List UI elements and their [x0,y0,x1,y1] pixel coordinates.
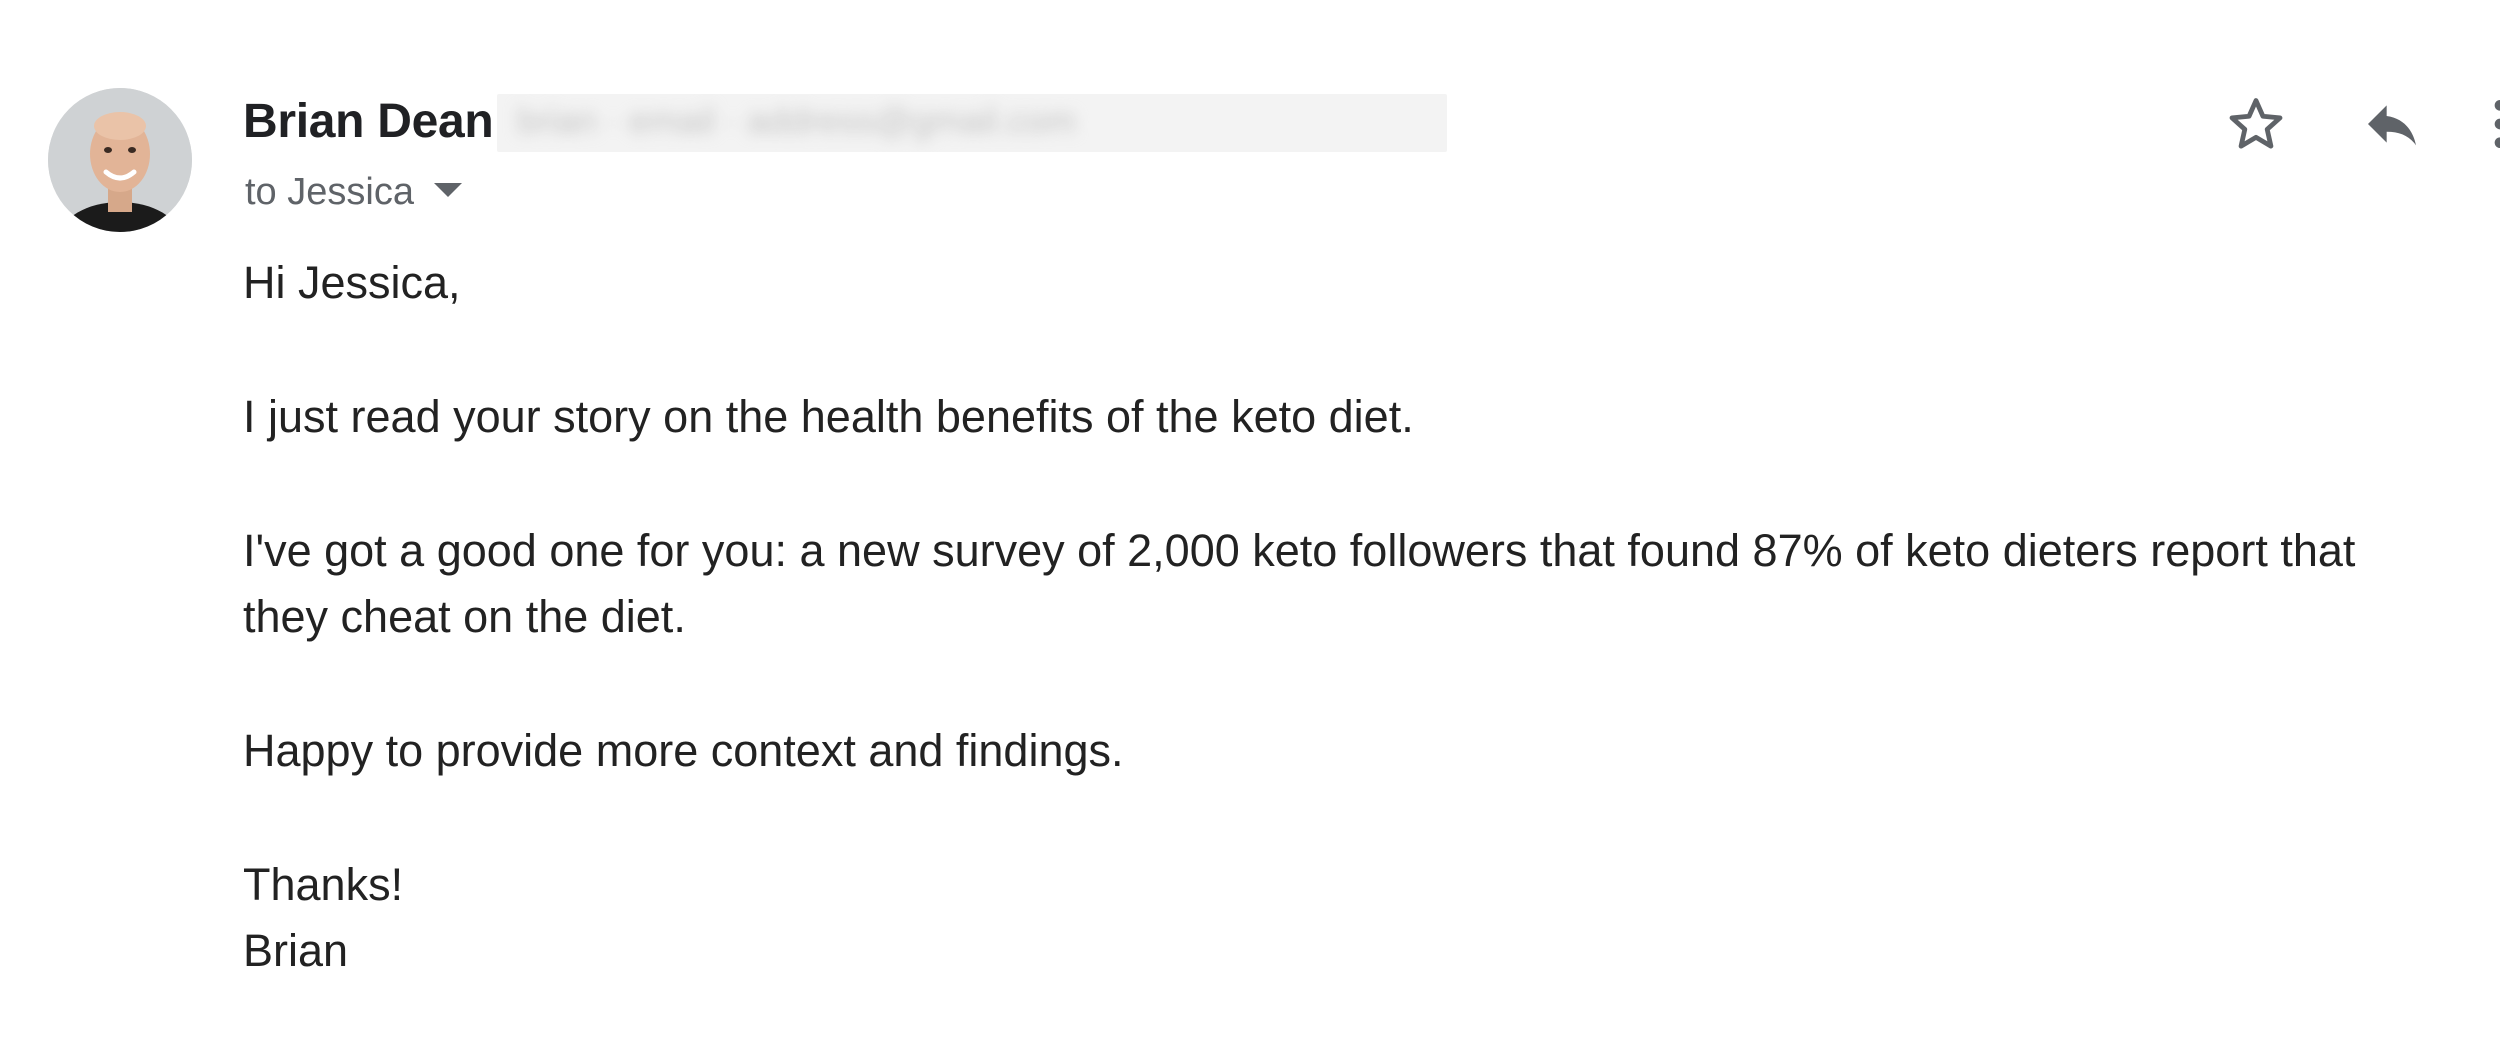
sender-email-redacted: brian · email · address@gmail.com [497,94,1447,152]
message-body: Hi Jessica, I just read your story on th… [243,250,2443,984]
closing: Thanks! [243,859,404,910]
sender-avatar[interactable] [48,88,192,232]
sender-email-text: brian · email · address@gmail.com [517,100,1076,141]
signature: Brian [243,925,349,976]
sender-name: Brian Dean [243,95,494,148]
body-paragraph-2: I've got a good one for you: a new surve… [243,525,2356,642]
reply-button[interactable] [2356,88,2428,160]
avatar-image [48,88,192,232]
greeting: Hi Jessica, [243,257,461,308]
body-paragraph-3: Happy to provide more context and findin… [243,725,1124,776]
caret-down-icon[interactable] [433,182,462,197]
star-icon [2229,98,2283,149]
recipient-details-toggle[interactable]: to Jessica [245,171,462,214]
reply-icon [2368,105,2416,146]
star-button[interactable] [2220,88,2292,160]
recipient-label: to Jessica [245,171,414,213]
more-options-button[interactable] [2464,88,2500,160]
more-vert-icon [2494,100,2500,148]
body-paragraph-1: I just read your story on the health ben… [243,391,1414,442]
